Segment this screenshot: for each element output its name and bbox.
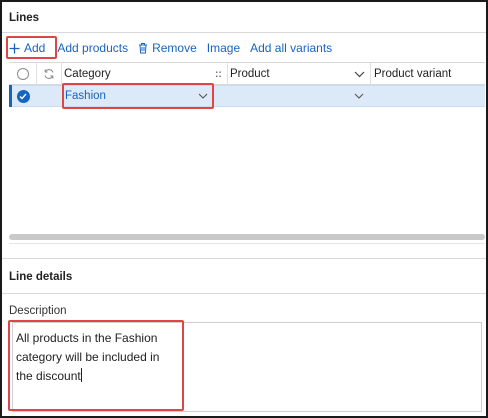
divider (2, 293, 486, 294)
horizontal-scrollbar[interactable] (9, 234, 485, 240)
add-products-label: Add products (57, 41, 129, 55)
row-selection-indicator (9, 85, 12, 107)
column-header-category[interactable]: Category (64, 63, 214, 85)
chevron-down-icon (354, 93, 364, 99)
row-select-check[interactable] (16, 85, 30, 107)
divider (2, 32, 486, 33)
description-highlight-box (8, 320, 184, 411)
grid-header: Category :: Product Product variant (9, 63, 485, 85)
add-highlight-box (6, 36, 57, 59)
product-cell[interactable] (230, 85, 350, 107)
image-button-label: Image (206, 41, 241, 55)
remove-button[interactable]: Remove (138, 38, 197, 58)
add-all-variants-button[interactable]: Add all variants (250, 38, 332, 58)
remove-button-label: Remove (152, 41, 197, 55)
product-variant-header-label: Product variant (374, 68, 452, 80)
checkmark-icon (16, 89, 30, 103)
product-dropdown-button[interactable] (351, 85, 367, 107)
product-variant-cell[interactable] (374, 85, 484, 107)
category-highlight-box (62, 83, 214, 109)
column-header-product-variant[interactable]: Product variant (374, 63, 484, 85)
column-separator (36, 63, 37, 85)
column-separator (370, 63, 371, 85)
add-all-variants-label: Add all variants (250, 41, 333, 55)
category-header-label: Category (64, 68, 111, 80)
line-details-section-title: Line details (9, 271, 73, 283)
divider (2, 258, 486, 259)
refresh-icon (44, 69, 54, 79)
column-resize-handle[interactable]: :: (215, 63, 225, 85)
image-button[interactable]: Image (207, 38, 240, 58)
select-all-radio[interactable] (16, 63, 30, 85)
column-header-product[interactable]: Product (230, 63, 365, 85)
lines-toolbar: Add Add products Remove Image Add all va… (9, 38, 342, 58)
column-separator (61, 63, 62, 85)
description-label: Description (9, 305, 67, 317)
trash-icon (138, 42, 148, 54)
radio-icon (17, 68, 29, 80)
refresh-button[interactable] (40, 63, 58, 85)
chevron-down-icon (354, 71, 364, 77)
add-products-button[interactable]: Add products (57, 38, 128, 58)
product-header-label: Product (230, 68, 270, 80)
product-sort-button[interactable] (351, 63, 367, 85)
column-separator (227, 63, 228, 85)
lines-section-title: Lines (9, 12, 40, 24)
